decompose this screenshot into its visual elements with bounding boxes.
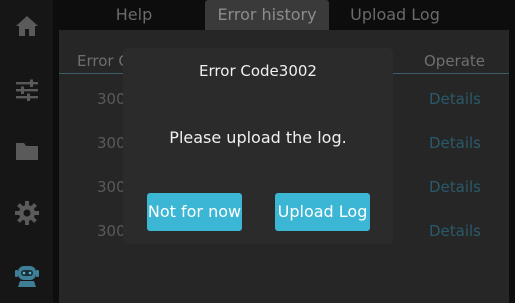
dialog-title: Error Code3002 <box>199 62 317 80</box>
tab-upload-log[interactable]: Upload Log <box>339 0 451 30</box>
sliders-icon <box>14 78 40 102</box>
sidebar-item-home[interactable] <box>0 2 53 50</box>
sidebar-item-controls[interactable] <box>0 66 53 114</box>
sidebar-item-support[interactable] <box>0 250 53 298</box>
details-link[interactable]: Details <box>429 209 481 253</box>
header-operate: Operate <box>424 52 486 70</box>
error-code-cell: 300 <box>97 222 126 240</box>
dialog-message: Please upload the log. <box>169 128 347 147</box>
error-code-cell: 300 <box>97 90 126 108</box>
tab-bar: Help Error history Upload Log <box>53 0 515 30</box>
not-for-now-button[interactable]: Not for now <box>147 193 242 231</box>
details-link[interactable]: Details <box>429 121 481 165</box>
upload-log-button[interactable]: Upload Log <box>275 193 370 231</box>
home-icon <box>14 14 40 38</box>
tab-help[interactable]: Help <box>91 0 177 30</box>
sidebar-item-files[interactable] <box>0 127 53 175</box>
sidebar-item-settings[interactable] <box>0 189 53 237</box>
details-link[interactable]: Details <box>429 77 481 121</box>
tab-error-history[interactable]: Error history <box>205 0 329 30</box>
header-error-code: Error C <box>77 52 129 70</box>
robot-icon <box>13 260 41 288</box>
sidebar <box>0 0 53 303</box>
error-code-cell: 300 <box>97 178 126 196</box>
details-link[interactable]: Details <box>429 165 481 209</box>
gear-icon <box>14 200 40 226</box>
folder-icon <box>14 139 40 163</box>
error-dialog: Error Code3002 Please upload the log. No… <box>123 48 393 244</box>
error-code-cell: 300 <box>97 134 126 152</box>
